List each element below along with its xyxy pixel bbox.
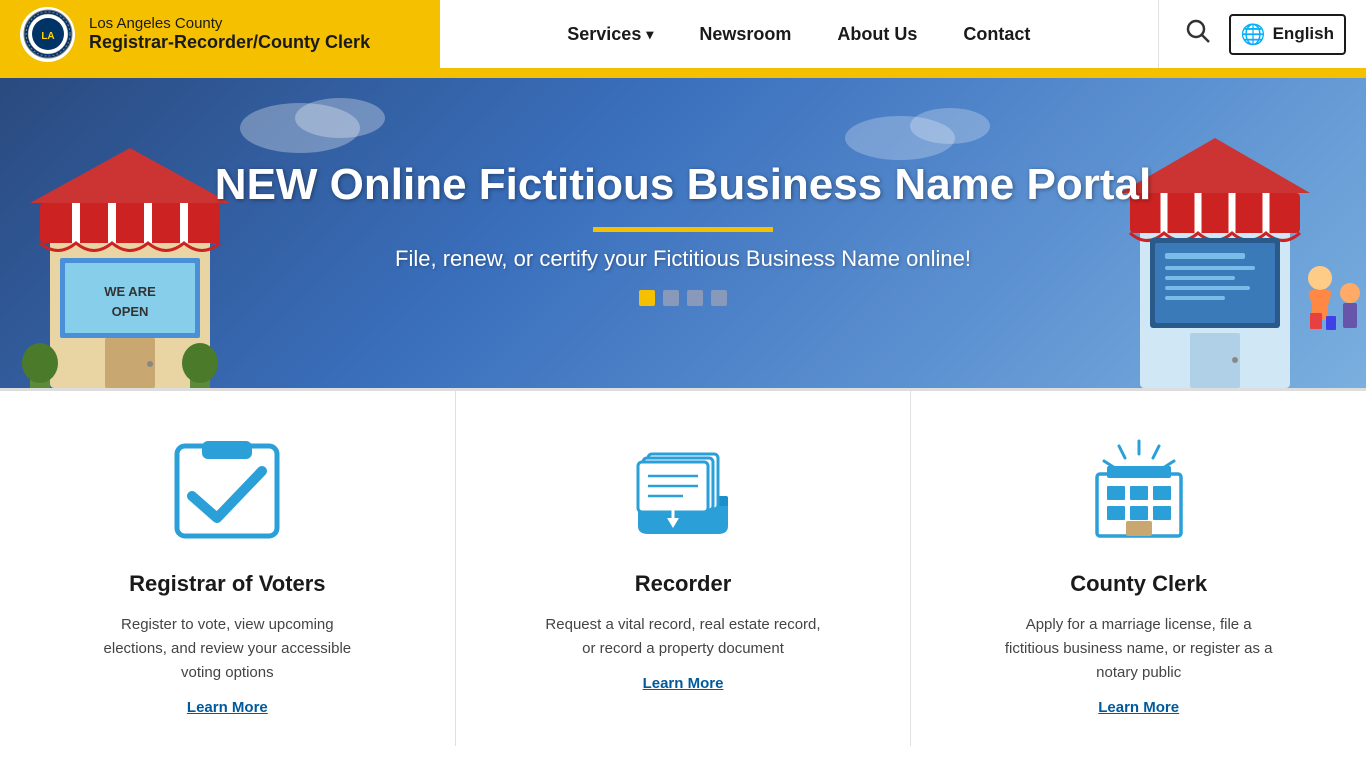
logo-line1: Los Angeles County <box>89 15 370 32</box>
nav-services[interactable]: Services ▾ <box>549 16 671 53</box>
nav-contact[interactable]: Contact <box>945 16 1048 53</box>
recorder-link[interactable]: Learn More <box>643 675 724 692</box>
hero-banner: WE ARE OPEN <box>0 78 1366 388</box>
hero-dot-3[interactable] <box>687 290 703 306</box>
hero-accent-line <box>593 227 773 232</box>
main-nav: Services ▾ Newsroom About Us Contact <box>440 0 1158 68</box>
clerk-title: County Clerk <box>1070 571 1207 597</box>
hero-dot-4[interactable] <box>711 290 727 306</box>
logo-text: Los Angeles County Registrar-Recorder/Co… <box>89 15 370 53</box>
voters-icon <box>162 431 292 551</box>
hero-subtitle: File, renew, or certify your Fictitious … <box>235 246 1131 272</box>
logo-area[interactable]: LA Los Angeles County Registrar-Recorder… <box>0 0 440 68</box>
svg-text:LA: LA <box>41 31 54 42</box>
search-icon[interactable] <box>1179 12 1217 56</box>
recorder-title: Recorder <box>635 571 732 597</box>
svg-text:WE ARE: WE ARE <box>104 284 156 299</box>
voters-link[interactable]: Learn More <box>187 699 268 716</box>
logo-line2: Registrar-Recorder/County Clerk <box>89 32 370 53</box>
recorder-icon <box>618 431 748 551</box>
header: LA Los Angeles County Registrar-Recorder… <box>0 0 1366 72</box>
header-right: 🌐 English <box>1158 0 1366 68</box>
language-selector[interactable]: 🌐 English <box>1229 14 1346 55</box>
hero-dots <box>639 290 727 306</box>
chevron-down-icon: ▾ <box>646 26 653 43</box>
card-clerk: County Clerk Apply for a marriage licens… <box>911 391 1366 746</box>
cards-section: Registrar of Voters Register to vote, vi… <box>0 388 1366 746</box>
recorder-desc: Request a vital record, real estate reco… <box>543 613 823 661</box>
hero-title: NEW Online Fictitious Business Name Port… <box>55 160 1311 211</box>
voters-title: Registrar of Voters <box>129 571 325 597</box>
nav-about[interactable]: About Us <box>819 16 935 53</box>
hero-dot-2[interactable] <box>663 290 679 306</box>
clerk-link[interactable]: Learn More <box>1098 699 1179 716</box>
logo-seal: LA <box>20 7 75 62</box>
card-voters: Registrar of Voters Register to vote, vi… <box>0 391 456 746</box>
globe-icon: 🌐 <box>1241 22 1266 47</box>
clerk-desc: Apply for a marriage license, file a fic… <box>999 613 1279 685</box>
voters-desc: Register to vote, view upcoming election… <box>87 613 367 685</box>
card-recorder: Recorder Request a vital record, real es… <box>456 391 912 746</box>
svg-text:OPEN: OPEN <box>112 304 149 319</box>
nav-newsroom[interactable]: Newsroom <box>681 16 809 53</box>
clerk-icon <box>1074 431 1204 551</box>
hero-dot-1[interactable] <box>639 290 655 306</box>
